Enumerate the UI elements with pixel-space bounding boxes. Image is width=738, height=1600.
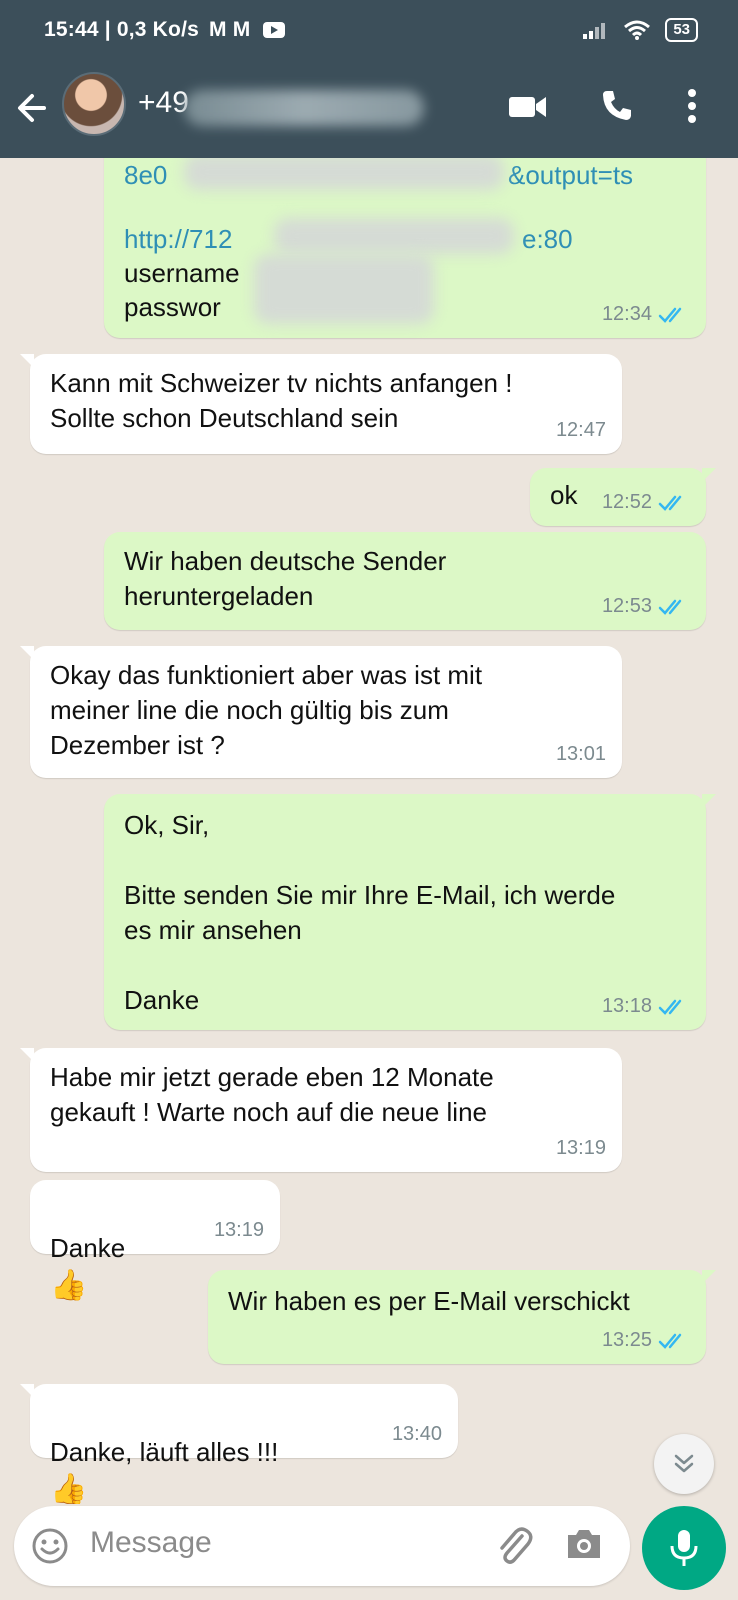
message-text: Wir haben es per E-Mail verschickt [228, 1286, 630, 1316]
message-time: 13:19 [213, 1219, 264, 1241]
message-text: Danke, läuft alles !!! 👍 [50, 1400, 278, 1504]
chat-header: +49 [0, 66, 738, 158]
message-bubble-in[interactable]: Kann mit Schweizer tv nichts anfangen ! … [20, 354, 622, 454]
message-bubble-out[interactable]: ok 12:52 [530, 468, 716, 526]
message-input-bar[interactable]: Message [14, 1506, 630, 1586]
message-link[interactable]: e:80 [522, 222, 573, 257]
message-time: 13:40 [391, 1423, 442, 1445]
more-vert-icon[interactable] [686, 88, 698, 124]
phone-icon[interactable] [600, 88, 634, 122]
back-arrow-icon[interactable] [14, 86, 54, 130]
mic-icon [670, 1530, 698, 1566]
message-text: Danke 👍 [50, 1233, 126, 1302]
thumbs-up-emoji: 👍 [50, 1472, 88, 1504]
message-text: ok [550, 480, 578, 510]
message-text: Kann mit Schweizer tv nichts anfangen ! … [50, 368, 513, 433]
chat-area[interactable]: 8e0 &output=ts http://712 e:80 username … [0, 158, 738, 1504]
message-text: Wir haben deutsche Sender heruntergelade… [124, 546, 447, 611]
message-link[interactable]: &output=ts [508, 158, 633, 193]
message-bubble-out[interactable]: Wir haben deutsche Sender heruntergelade… [104, 532, 706, 630]
chevron-down-double-icon [674, 1454, 694, 1473]
youtube-icon [262, 22, 285, 39]
message-bubble-out[interactable]: Ok, Sir, Bitte senden Sie mir Ihre E-Mai… [104, 794, 716, 1030]
message-time: 12:53 [602, 589, 690, 624]
message-link[interactable]: 8e0 [124, 158, 167, 193]
status-bar: 15:44 | 0,3 Ko/s M M 53 [0, 0, 738, 66]
wifi-icon [624, 20, 651, 40]
camera-icon[interactable] [564, 1526, 604, 1562]
message-time: 13:18 [602, 989, 690, 1024]
message-text: Habe mir jetzt gerade eben 12 Monate gek… [50, 1062, 494, 1127]
signal-icon [583, 23, 606, 39]
message-time: 12:34 [602, 297, 690, 332]
video-call-icon[interactable] [508, 92, 548, 122]
double-check-icon [658, 307, 682, 323]
message-bubble-in[interactable]: Danke, läuft alles !!! 👍 13:40 [20, 1384, 458, 1504]
message-time: 13:25 [602, 1323, 690, 1358]
message-time: 13:01 [555, 743, 606, 765]
avatar[interactable] [62, 72, 126, 136]
status-notif-icons: M M [209, 18, 251, 41]
mic-button[interactable] [642, 1506, 726, 1590]
emoji-icon[interactable] [30, 1526, 70, 1566]
redaction-blur [254, 254, 434, 324]
message-text: Okay das funktioniert aber was ist mit m… [50, 660, 483, 760]
message-bubble-in[interactable]: Habe mir jetzt gerade eben 12 Monate gek… [20, 1048, 622, 1172]
message-text: username [124, 258, 240, 288]
thumbs-up-emoji: 👍 [50, 1268, 88, 1302]
redacted-contact [184, 90, 424, 126]
contact-name[interactable]: +49 [138, 86, 189, 120]
message-link[interactable]: http://712 [124, 222, 232, 257]
message-time: 12:47 [555, 419, 606, 441]
double-check-icon [658, 1333, 682, 1349]
message-bubble-out[interactable]: 8e0 &output=ts http://712 e:80 username … [104, 158, 706, 338]
message-text: Ok, Sir, Bitte senden Sie mir Ihre E-Mai… [124, 810, 616, 1015]
message-bubble-out[interactable]: Wir haben es per E-Mail verschickt 13:25 [208, 1270, 716, 1364]
status-time-speed: 15:44 | 0,3 Ko/s M M [44, 18, 285, 42]
status-right: 53 [583, 18, 698, 42]
double-check-icon [658, 599, 682, 615]
attach-icon[interactable] [494, 1524, 534, 1568]
message-time: 12:52 [602, 485, 690, 520]
redaction-blur [184, 158, 504, 190]
double-check-icon [658, 999, 682, 1015]
message-text: passwor [124, 292, 221, 322]
message-bubble-in[interactable]: Okay das funktioniert aber was ist mit m… [20, 646, 622, 778]
scroll-down-button[interactable] [654, 1434, 714, 1494]
battery-icon: 53 [665, 18, 698, 42]
message-input[interactable]: Message [90, 1526, 212, 1560]
message-time: 13:19 [555, 1137, 606, 1159]
redaction-blur [274, 218, 514, 254]
message-bubble-in[interactable]: Danke 👍 13:19 [30, 1180, 280, 1302]
double-check-icon [658, 495, 682, 511]
